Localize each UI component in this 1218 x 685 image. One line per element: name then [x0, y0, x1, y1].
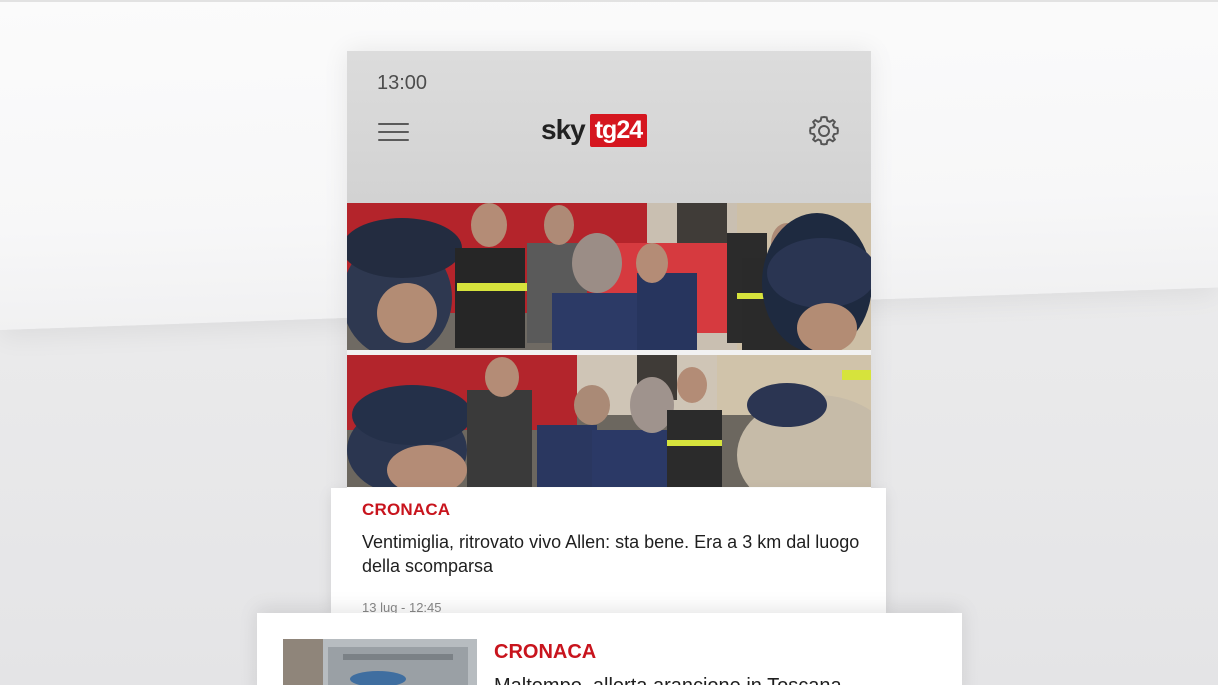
logo-channel: tg24	[589, 113, 648, 147]
article-photo[interactable]	[347, 203, 871, 487]
article-date: 13 lug - 12:45	[362, 600, 442, 613]
logo-brand: sky	[541, 114, 586, 145]
next-article-title[interactable]: Maltempo, allerta arancione in Toscana	[494, 675, 934, 685]
photo-frame-top	[347, 203, 871, 350]
app-header: 13:00 sky tg24	[347, 51, 871, 203]
featured-article-card[interactable]: CRONACA Ventimiglia, ritrovato vivo Alle…	[331, 488, 886, 613]
top-divider	[0, 0, 1218, 2]
photo-frame-bottom	[347, 355, 871, 487]
article-thumbnail[interactable]	[283, 639, 477, 685]
status-time: 13:00	[377, 72, 428, 94]
article-category[interactable]: CRONACA	[362, 500, 450, 520]
gear-icon[interactable]	[806, 113, 842, 149]
next-article-card[interactable]: CRONACA Maltempo, allerta arancione in T…	[257, 613, 962, 685]
sky-tg24-logo[interactable]: sky tg24	[541, 112, 648, 148]
next-article-category[interactable]: CRONACA	[494, 641, 596, 664]
article-title[interactable]: Ventimiglia, ritrovato vivo Allen: sta b…	[362, 530, 867, 578]
hamburger-menu-icon[interactable]	[378, 123, 410, 143]
